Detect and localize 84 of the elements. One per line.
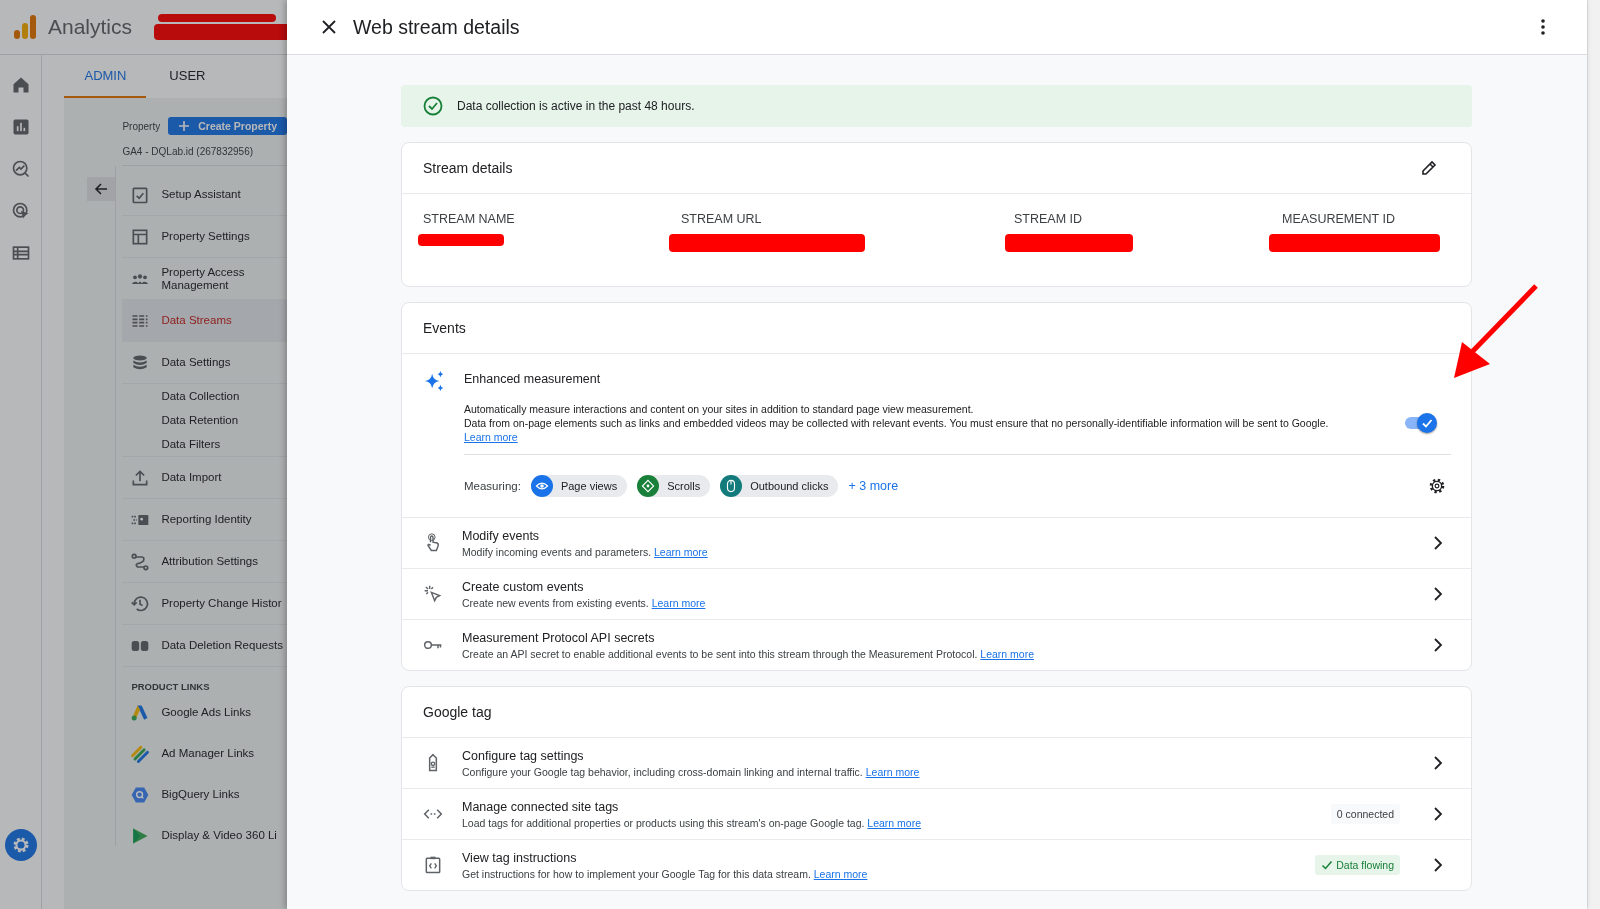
settings-row[interactable]: View tag instructions Get instructions for how to implement your Google Tag for this data stream. Learn more Data flowing [402, 840, 1471, 890]
status-text: Data collection is active in the past 48 hours. [457, 99, 695, 113]
settings-icon [1428, 477, 1446, 495]
row-description: Create an API secret to enable additional events to be sent into this stream through the Measurement Protocol. [462, 647, 978, 660]
settings-row[interactable]: Configure tag settings Configure your Google tag behavior, including cross-domain linking and internal traffic. Learn more [402, 738, 1471, 789]
more-vertical-icon [1541, 19, 1545, 35]
analytics-logo-icon [14, 15, 36, 39]
row-title: Configure tag settings [462, 748, 585, 763]
card-title: Events [423, 320, 466, 336]
create-property-button[interactable]: Create Property [168, 117, 287, 135]
measurement-chip: Scrolls [637, 475, 711, 497]
row-description: Load tags for additional properties or products using this stream's on-page Google tag. [462, 816, 865, 829]
settings-row[interactable]: Manage connected site tags Load tags for additional properties or products using this stream's on-page Google tag. Learn more 0 connected [402, 789, 1471, 840]
learn-more-link[interactable]: Learn more [865, 765, 920, 778]
cursor-click-icon [423, 584, 443, 604]
check-icon [1421, 417, 1433, 429]
row-title: Manage connected site tags [462, 799, 620, 814]
plus-icon [178, 120, 191, 132]
card-title: Google tag [423, 704, 492, 720]
nav-subitem[interactable]: Data Retention [122, 408, 287, 432]
product-link[interactable]: Google Ads Links [122, 692, 287, 733]
row-title: View tag instructions [462, 850, 578, 865]
learn-more-link[interactable]: Learn more [651, 596, 706, 609]
chevron-right-icon [1433, 858, 1443, 872]
row-description: Create new events from existing events. [462, 596, 649, 609]
chevron-right-icon [1433, 638, 1443, 652]
nav-item[interactable]: Data Streams [122, 300, 287, 342]
learn-more-link[interactable]: Learn more [980, 647, 1034, 660]
nav-subitem[interactable]: Data Collection [122, 384, 287, 408]
learn-more-link[interactable]: Learn more [464, 431, 518, 443]
app-name: Analytics [48, 15, 133, 39]
product-link[interactable]: Ad Manager Links [122, 733, 287, 774]
chevron-right-icon [1433, 807, 1443, 821]
field-label: MEASUREMENT ID [1282, 212, 1396, 226]
settings-row[interactable]: Modify events Modify incoming events and parameters. Learn more [402, 518, 1471, 569]
learn-more-link[interactable]: Learn more [813, 867, 868, 880]
row-title: Modify events [462, 528, 541, 543]
row-title: Create custom events [462, 579, 585, 594]
chevron-right-icon [1433, 587, 1443, 601]
learn-more-link[interactable]: Learn more [867, 816, 922, 829]
check-circle-icon [423, 96, 443, 116]
chevron-right-icon [1433, 756, 1443, 770]
measurement-chip: Page views [530, 475, 628, 497]
product-link[interactable]: BigQuery Links [122, 774, 287, 815]
trend-circle-icon[interactable] [10, 159, 31, 179]
scrollbar[interactable] [1587, 0, 1600, 909]
settings-row[interactable]: Create custom events Create new events from existing events. Learn more [402, 569, 1471, 620]
list-icon[interactable] [10, 243, 31, 263]
code-clipboard-icon [423, 855, 443, 875]
section-title: Enhanced measurement [464, 372, 602, 386]
more-link[interactable]: + 3 more [848, 479, 899, 493]
route-icon [130, 551, 151, 572]
measuring-label: Measuring: [464, 480, 521, 492]
row-title: Measurement Protocol API secrets [462, 630, 656, 645]
back-button[interactable] [86, 177, 115, 201]
learn-more-link[interactable]: Learn more [654, 545, 708, 558]
panel-title: Web stream details [353, 15, 521, 39]
measurement-chip: Outbound clicks [720, 475, 839, 497]
crosshair-icon [641, 479, 656, 493]
product-link[interactable]: Display & Video 360 Li [122, 815, 287, 856]
description-text: Data from on-page elements such as links and embedded videos may be collected with relevant events. You must ensure that no personally-identifiable information will be sent to Google. [464, 416, 1330, 430]
edit-icon [1420, 159, 1438, 177]
back-arrow-icon [92, 181, 109, 197]
status-badge: 0 connected [1330, 804, 1400, 824]
row-description: Configure your Google tag behavior, including cross-domain linking and internal traffic. [462, 765, 863, 778]
stripes-logo-icon [130, 743, 151, 764]
field-label: STREAM ID [1014, 212, 1084, 226]
row-description: Modify incoming events and parameters. [462, 545, 652, 558]
settings-row[interactable]: Measurement Protocol API secrets Create an API secret to enable additional events to be sent into this stream through the Measurement Protocol. Learn more [402, 620, 1471, 670]
nav-subitem[interactable]: Data Filters [122, 432, 287, 456]
check-icon [1321, 859, 1334, 871]
card-title: Stream details [423, 160, 513, 176]
row-description: Get instructions for how to implement your Google Tag for this data stream. [462, 867, 811, 880]
history-icon [130, 593, 151, 614]
chevron-right-icon [1433, 536, 1443, 550]
tab[interactable]: USER [146, 55, 229, 98]
description-text: Automatically measure interactions and content on your sites in addition to standard page view measurement. [464, 402, 975, 416]
section-heading: PRODUCT LINKS [130, 680, 211, 692]
target-cursor-icon[interactable] [10, 201, 31, 221]
field-label: STREAM NAME [423, 212, 516, 226]
field-label: STREAM URL [681, 212, 763, 226]
close-icon [322, 20, 336, 34]
property-label: Property [122, 120, 161, 132]
status-badge: Data flowing [1315, 855, 1400, 875]
